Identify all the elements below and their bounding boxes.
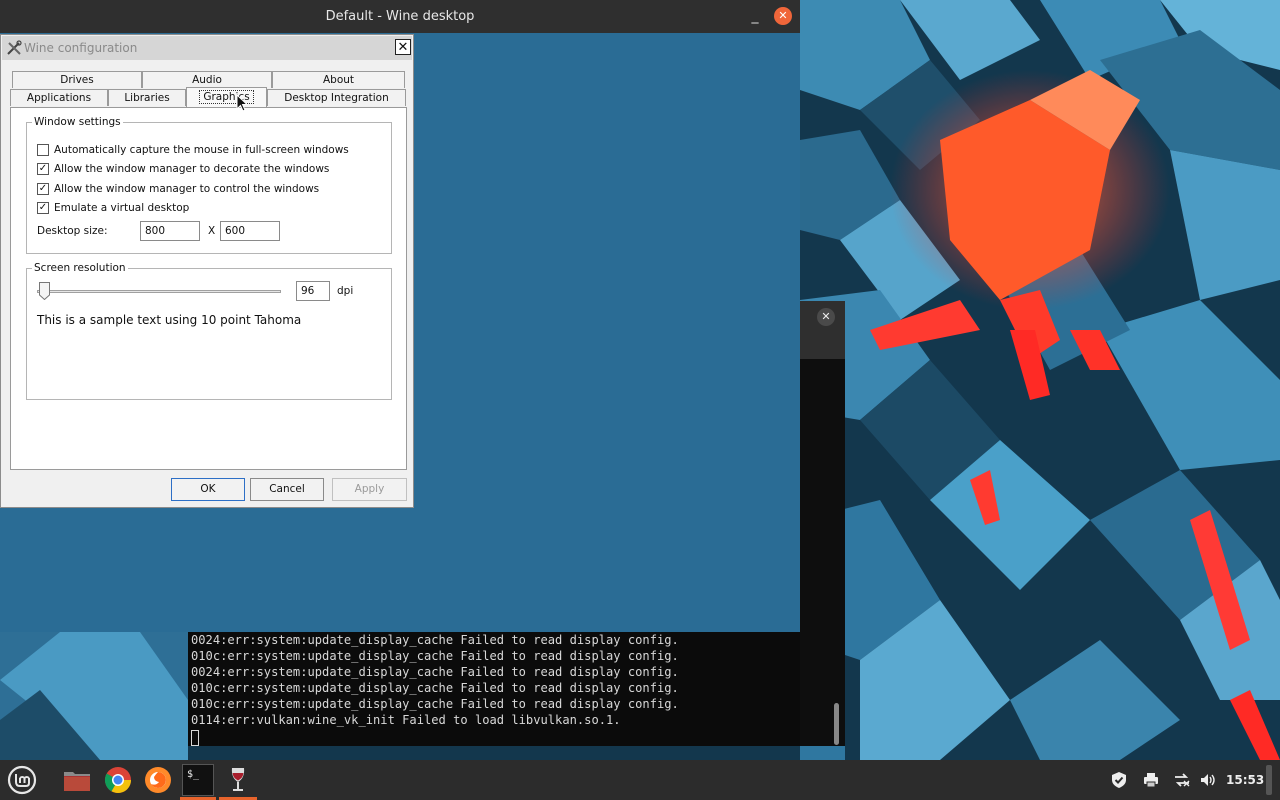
tab-graphics[interactable]: Graphics <box>186 87 267 108</box>
printer-icon[interactable] <box>1142 771 1160 789</box>
graphics-panel: Window settings Automatically capture th… <box>10 107 407 470</box>
wine-desktop-titlebar[interactable]: Default - Wine desktop _ ✕ <box>0 0 800 33</box>
files-folder-icon[interactable] <box>61 764 93 796</box>
dpi-slider-track[interactable] <box>37 290 281 293</box>
dpi-unit-label: dpi <box>337 285 354 297</box>
desktop-size-separator: X <box>208 225 216 237</box>
tab-applications[interactable]: Applications <box>10 89 108 106</box>
wine-config-tools-icon <box>7 40 22 55</box>
decorate-windows-checkbox[interactable]: ✓ <box>37 163 49 175</box>
network-icon[interactable] <box>1173 771 1191 789</box>
terminal-line: 010c:err:system:update_display_cache Fai… <box>191 649 679 663</box>
control-windows-label: Allow the window manager to control the … <box>54 183 320 195</box>
firefox-icon[interactable] <box>142 764 174 796</box>
screen-resolution-label: Screen resolution <box>32 261 128 275</box>
terminal-lines: 0024:err:system:update_display_cache Fai… <box>191 632 679 728</box>
terminal-line: 010c:err:system:update_display_cache Fai… <box>191 697 679 711</box>
dialog-titlebar[interactable]: Wine configuration ✕ <box>2 36 412 60</box>
tab-desktop-integration[interactable]: Desktop Integration <box>267 89 406 106</box>
terminal-cursor <box>191 730 199 746</box>
font-sample-text: This is a sample text using 10 point Tah… <box>37 313 302 327</box>
desktop-width-field[interactable]: 800 <box>140 221 200 241</box>
window-settings-group: Window settings Automatically capture th… <box>26 115 392 254</box>
wine-desktop-title: Default - Wine desktop <box>325 9 475 24</box>
dialog-title: Wine configuration <box>24 41 138 55</box>
background-window-body <box>800 359 845 746</box>
apply-button[interactable]: Apply <box>332 478 407 501</box>
desktop-size-label: Desktop size: <box>37 225 108 237</box>
chrome-icon[interactable] <box>102 764 134 796</box>
mouse-pointer-icon <box>236 94 248 112</box>
terminal-line: 0024:err:system:update_display_cache Fai… <box>191 665 679 679</box>
dpi-field[interactable]: 96 <box>296 281 330 301</box>
terminal-line: 010c:err:system:update_display_cache Fai… <box>191 681 679 695</box>
wine-configuration-dialog: Wine configuration ✕ Drives Audio About … <box>0 34 414 508</box>
tab-about[interactable]: About <box>272 71 405 88</box>
background-window <box>800 301 845 746</box>
screen-resolution-group: Screen resolution 96 dpi This is a sampl… <box>26 261 392 400</box>
decorate-windows-label: Allow the window manager to decorate the… <box>54 163 330 175</box>
show-desktop-button[interactable] <box>1266 765 1272 795</box>
tab-libraries[interactable]: Libraries <box>108 89 186 106</box>
mint-menu-icon[interactable] <box>6 764 38 796</box>
dpi-slider-thumb[interactable] <box>39 282 50 301</box>
control-windows-checkbox[interactable]: ✓ <box>37 183 49 195</box>
terminal-scrollbar[interactable] <box>834 703 839 745</box>
terminal-icon[interactable]: $_ <box>182 764 214 796</box>
clock[interactable]: 15:53 <box>1226 760 1264 800</box>
window-settings-label: Window settings <box>32 115 123 129</box>
tab-audio[interactable]: Audio <box>142 71 272 88</box>
wine-glass-icon[interactable] <box>222 764 254 796</box>
close-icon[interactable]: ✕ <box>774 7 792 25</box>
background-window-close-icon[interactable]: ✕ <box>817 308 835 326</box>
terminal-output[interactable]: 0024:err:system:update_display_cache Fai… <box>188 632 800 746</box>
tab-drives[interactable]: Drives <box>12 71 142 88</box>
capture-mouse-checkbox[interactable] <box>37 144 49 156</box>
ok-button[interactable]: OK <box>171 478 245 501</box>
terminal-line: 0114:err:vulkan:wine_vk_init Failed to l… <box>191 713 621 727</box>
desktop-height-field[interactable]: 600 <box>220 221 280 241</box>
cancel-button[interactable]: Cancel <box>250 478 324 501</box>
volume-icon[interactable] <box>1199 771 1217 789</box>
dialog-close-icon[interactable]: ✕ <box>395 39 411 55</box>
taskbar: $_ 15:53 <box>0 760 1280 800</box>
shield-icon[interactable] <box>1110 771 1128 789</box>
minimize-icon[interactable]: _ <box>746 6 764 26</box>
terminal-line: 0024:err:system:update_display_cache Fai… <box>191 633 679 647</box>
virtual-desktop-checkbox[interactable]: ✓ <box>37 202 49 214</box>
capture-mouse-label: Automatically capture the mouse in full-… <box>54 144 349 156</box>
virtual-desktop-label: Emulate a virtual desktop <box>54 202 190 214</box>
